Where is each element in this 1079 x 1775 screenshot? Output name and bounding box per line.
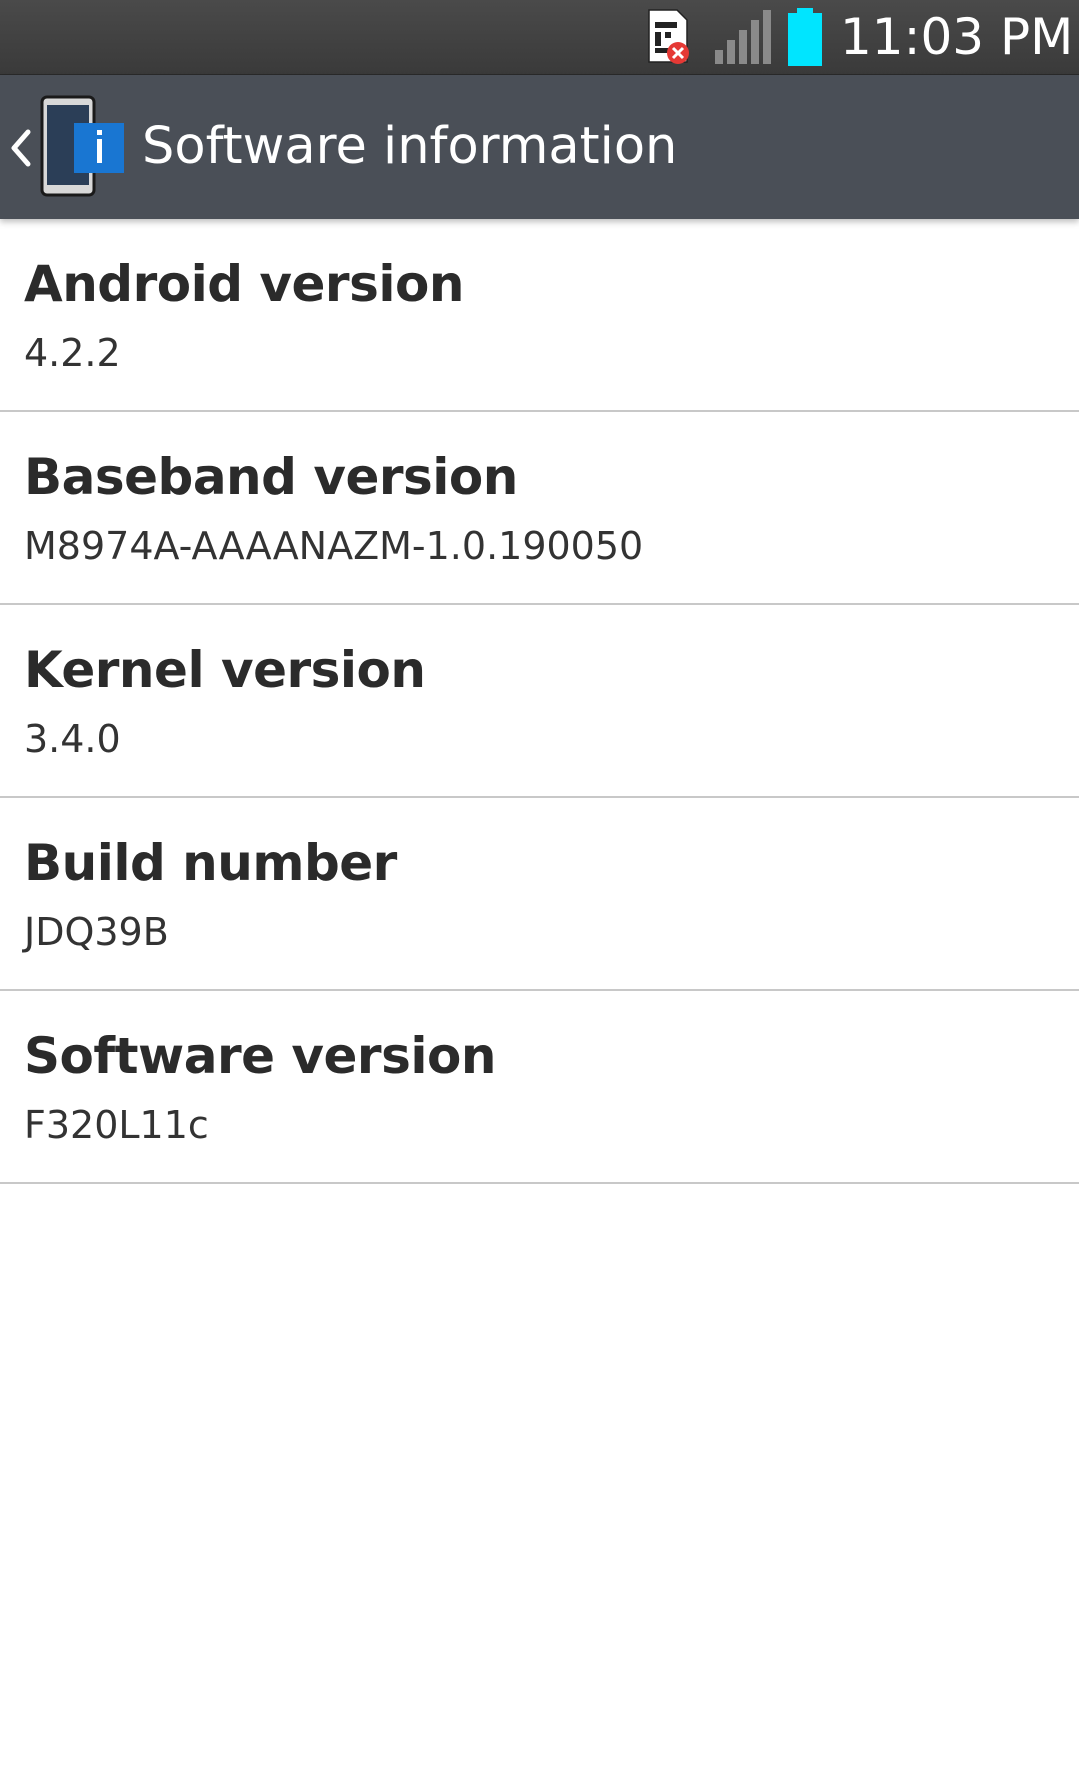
action-bar: Software information [0,75,1079,219]
item-value: 4.2.2 [24,331,121,375]
list-item-baseband-version[interactable]: Baseband version M8974A-AAAANAZM-1.0.190… [0,412,1079,605]
status-bar: 11:03 PM [0,0,1079,75]
signal-strength-icon [715,10,771,64]
item-value: 3.4.0 [24,717,121,761]
info-list: Android version 4.2.2 Baseband version M… [0,219,1079,1184]
item-value: JDQ39B [24,910,169,954]
item-title: Kernel version [24,641,426,699]
page-title: Software information [142,117,678,176]
item-title: Baseband version [24,448,518,506]
list-item-software-version[interactable]: Software version F320L11c [0,991,1079,1184]
phone-info-icon[interactable] [38,95,128,199]
status-time: 11:03 PM [840,8,1074,66]
list-item-kernel-version[interactable]: Kernel version 3.4.0 [0,605,1079,798]
item-title: Build number [24,834,397,892]
chevron-left-icon[interactable] [6,126,34,170]
item-title: Software version [24,1027,496,1085]
list-item-build-number[interactable]: Build number JDQ39B [0,798,1079,991]
sim-card-error-icon [648,9,689,64]
item-value: M8974A-AAAANAZM-1.0.190050 [24,524,644,568]
item-value: F320L11c [24,1103,209,1147]
battery-icon [788,8,822,66]
item-title: Android version [24,255,464,313]
list-item-android-version[interactable]: Android version 4.2.2 [0,219,1079,412]
